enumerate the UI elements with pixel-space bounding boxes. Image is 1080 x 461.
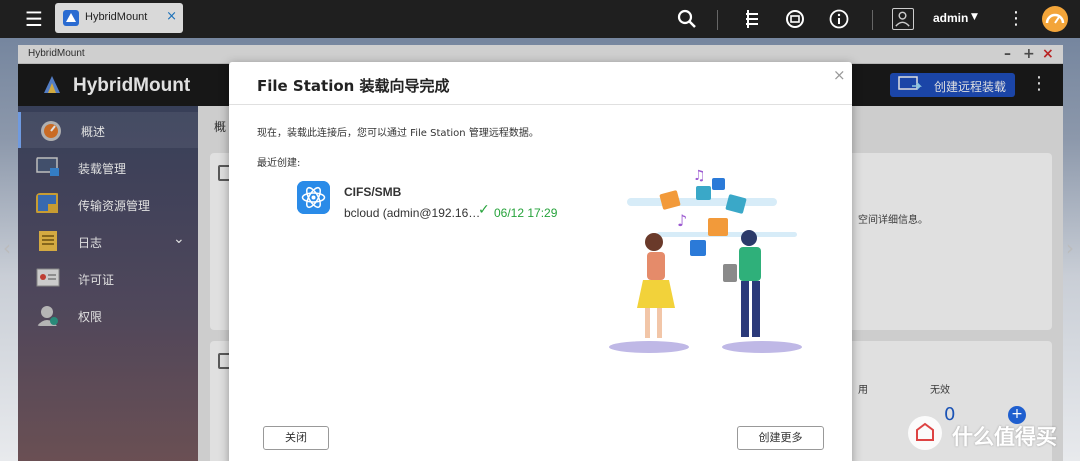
user-icon[interactable]	[892, 8, 914, 30]
left-arrow-icon[interactable]: ‹	[3, 236, 11, 260]
hamburger-menu-icon[interactable]: ☰	[22, 8, 46, 30]
more-icon[interactable]: ⋮	[1007, 8, 1025, 30]
mount-created-time: 06/12 17:29	[494, 206, 558, 220]
taskbar-divider	[717, 10, 718, 30]
search-icon[interactable]	[676, 8, 698, 30]
taskbar: ☰ HybridMount × admin ▼ ⋮	[0, 0, 1080, 38]
gauge-icon[interactable]	[1042, 6, 1068, 32]
dialog-divider	[229, 104, 852, 105]
dialog-title: File Station 装载向导完成	[257, 77, 450, 95]
close-icon[interactable]: ×	[833, 66, 846, 84]
right-arrow-icon[interactable]: ›	[1066, 236, 1074, 260]
hybridmount-app-icon	[63, 10, 79, 26]
svg-text:♪: ♪	[677, 211, 687, 230]
sync-icon[interactable]	[784, 8, 806, 30]
username-label[interactable]: admin	[933, 11, 968, 25]
create-more-button[interactable]: 创建更多	[737, 426, 824, 450]
taskbar-tab-label: HybridMount	[85, 11, 148, 23]
info-icon[interactable]	[828, 8, 850, 30]
check-icon: ✓	[478, 202, 490, 218]
taskbar-divider	[872, 10, 873, 30]
mount-type: CIFS/SMB	[344, 185, 402, 199]
file-station-icon[interactable]	[297, 181, 330, 214]
mount-host: bcloud (admin@192.16…	[344, 206, 481, 220]
recent-created-label: 最近创建:	[257, 158, 301, 169]
watermark-text: 什么值得买	[952, 425, 1057, 449]
svg-text:♫: ♫	[693, 168, 706, 184]
success-illustration: ♫ ♪	[609, 168, 802, 353]
dialog-description: 现在，装载此连接后，您可以通过 File Station 管理远程数据。	[257, 128, 539, 139]
mount-wizard-complete-dialog: File Station 装载向导完成 × 现在，装载此连接后，您可以通过 Fi…	[229, 62, 852, 461]
taskbar-tab-hybridmount[interactable]: HybridMount ×	[55, 3, 183, 33]
watermark-logo-icon	[908, 416, 942, 450]
stack-icon[interactable]	[741, 8, 763, 30]
close-tab-icon[interactable]: ×	[166, 9, 177, 24]
chevron-down-icon[interactable]: ▼	[971, 12, 978, 22]
close-button[interactable]: 关闭	[263, 426, 329, 450]
